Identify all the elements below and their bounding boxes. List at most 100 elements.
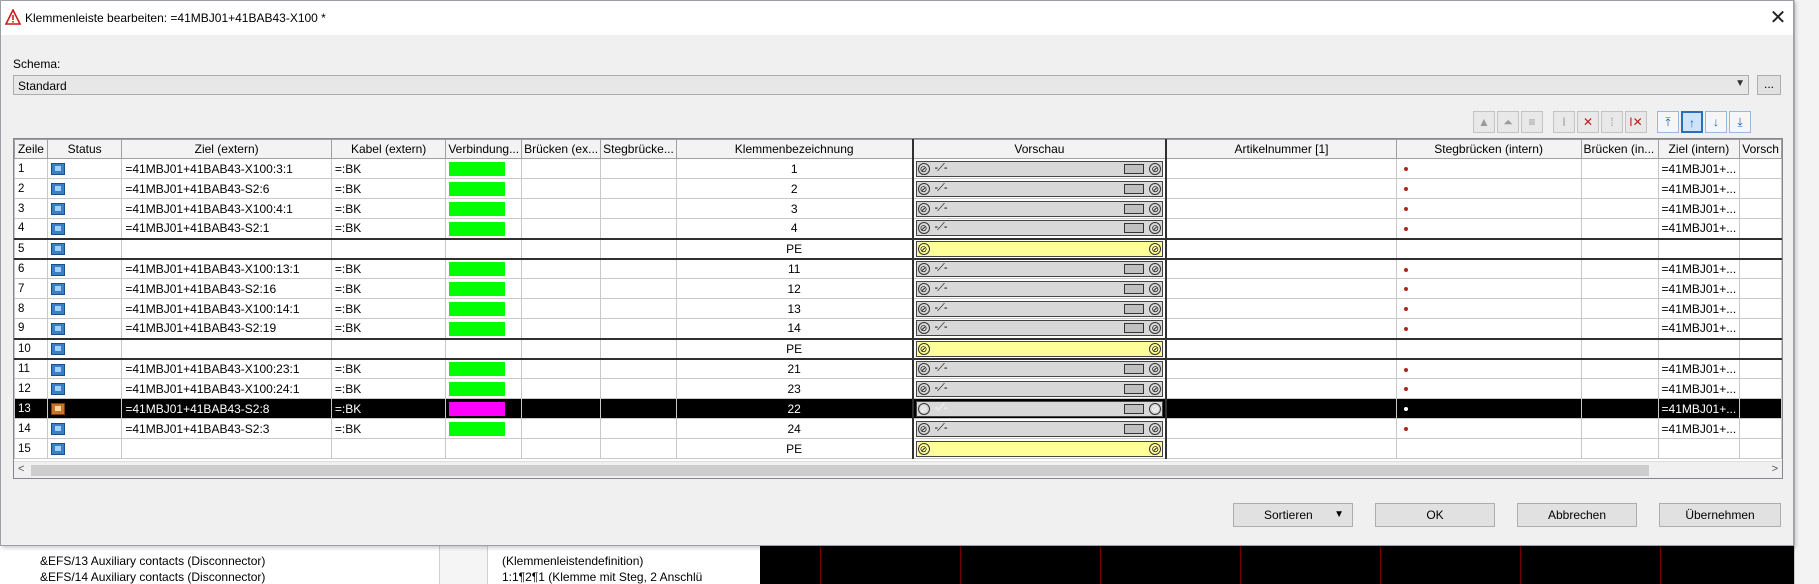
col-header-vorschau-2[interactable]: Vorsch: [1739, 139, 1782, 159]
cell-bruecken-extern[interactable]: [521, 257, 602, 279]
cell-bruecken-intern[interactable]: [1580, 158, 1659, 179]
cell-verbindung[interactable]: [445, 378, 523, 399]
cell-artikelnummer[interactable]: [1165, 237, 1397, 259]
delete-bridge-icon[interactable]: ✕: [1577, 111, 1599, 133]
cell-stegbruecken-extern[interactable]: [600, 237, 677, 259]
cell-artikelnummer[interactable]: [1165, 298, 1397, 319]
table-row[interactable]: 4 =41MBJ01+41BAB43-S2:1 =:BK 4 ⊘ -⟋- ⊘ =41MBJ01…: [14, 218, 1782, 239]
cell-ziel-extern[interactable]: =41MBJ01+41BAB43-S2:1: [121, 218, 332, 239]
cell-status[interactable]: [46, 158, 123, 179]
table-row[interactable]: 3 =41MBJ01+41BAB43-X100:4:1 =:BK 3 ⊘ -⟋- ⊘ =41M…: [14, 198, 1782, 219]
cell-vorschau[interactable]: ⊘ -⟋- ⊘: [911, 218, 1168, 239]
table-row[interactable]: 6 =41MBJ01+41BAB43-X100:13:1 =:BK 11 ⊘ -⟋- ⊘ =4…: [14, 257, 1782, 279]
cell-vorschau-2[interactable]: [1739, 178, 1782, 199]
cell-vorschau[interactable]: ⊘ -⟋- ⊘: [911, 198, 1168, 219]
cell-kabel-extern[interactable]: =:BK: [330, 278, 447, 299]
cell-bruecken-intern[interactable]: [1580, 418, 1659, 439]
table-row[interactable]: 7 =41MBJ01+41BAB43-S2:16 =:BK 12 ⊘ -⟋- ⊘ =41MBJ…: [14, 278, 1782, 299]
cell-kabel-extern[interactable]: =:BK: [330, 378, 447, 399]
cell-verbindung[interactable]: [445, 218, 523, 239]
col-header-stegbruecken-intern[interactable]: Stegbrücken (intern): [1395, 139, 1582, 159]
tree-item[interactable]: 1:1¶2¶1 (Klemme mit Steg, 2 Anschlü: [502, 570, 702, 584]
cell-vorschau[interactable]: ⊘ -⟋- ⊘: [911, 318, 1168, 339]
cell-stegbruecken-extern[interactable]: [600, 178, 677, 199]
cell-kabel-extern[interactable]: =:BK: [330, 198, 447, 219]
cell-status[interactable]: [46, 418, 123, 439]
cell-vorschau-2[interactable]: [1739, 378, 1782, 399]
cell-klemmenbezeichnung[interactable]: 21: [675, 357, 914, 379]
cell-bruecken-intern[interactable]: [1580, 237, 1659, 259]
cell-vorschau-2[interactable]: [1739, 257, 1782, 279]
cell-kabel-extern[interactable]: =:BK: [330, 357, 447, 379]
cell-verbindung[interactable]: [445, 198, 523, 219]
cell-artikelnummer[interactable]: [1165, 257, 1397, 279]
cell-klemmenbezeichnung[interactable]: 14: [675, 318, 914, 339]
tree-item[interactable]: &EFS/13 Auxiliary contacts (Disconnector…: [40, 554, 265, 568]
cell-status[interactable]: [46, 237, 123, 259]
cell-bruecken-intern[interactable]: [1580, 278, 1659, 299]
cell-zeile[interactable]: 2: [14, 178, 48, 199]
cell-verbindung[interactable]: [445, 357, 523, 379]
cell-ziel-intern[interactable]: =41MBJ01+...: [1657, 418, 1741, 439]
cell-ziel-intern[interactable]: =41MBJ01+...: [1657, 298, 1741, 319]
cell-vorschau[interactable]: ⊘ -⟋- ⊘: [911, 298, 1168, 319]
cell-verbindung[interactable]: [445, 418, 523, 439]
table-row[interactable]: 1 =41MBJ01+41BAB43-X100:3:1 =:BK 1 ⊘ -⟋- ⊘ =41M…: [14, 158, 1782, 179]
move-top-icon[interactable]: ▲: [1473, 111, 1495, 133]
cell-bruecken-extern[interactable]: [521, 298, 602, 319]
cell-kabel-extern[interactable]: =:BK: [330, 218, 447, 239]
cell-stegbruecken-intern[interactable]: [1395, 158, 1582, 179]
cell-kabel-extern[interactable]: =:BK: [330, 257, 447, 279]
cell-bruecken-extern[interactable]: [521, 337, 602, 359]
cell-status[interactable]: [46, 218, 123, 239]
cell-vorschau-2[interactable]: [1739, 337, 1782, 359]
cell-status[interactable]: [46, 378, 123, 399]
cell-vorschau[interactable]: ⊘ -⟋- ⊘: [911, 398, 1168, 419]
cell-klemmenbezeichnung[interactable]: 11: [675, 257, 914, 279]
cell-status[interactable]: [46, 298, 123, 319]
cell-zeile[interactable]: 6: [14, 257, 48, 279]
col-header-zeile[interactable]: Zeile: [14, 139, 48, 159]
horizontal-scrollbar[interactable]: < >: [14, 461, 1782, 478]
cell-stegbruecken-intern[interactable]: [1395, 357, 1582, 379]
cell-stegbruecken-intern[interactable]: [1395, 218, 1582, 239]
cell-vorschau-2[interactable]: [1739, 158, 1782, 179]
cell-ziel-extern[interactable]: =41MBJ01+41BAB43-S2:16: [121, 278, 332, 299]
cell-artikelnummer[interactable]: [1165, 418, 1397, 439]
cell-ziel-intern[interactable]: =41MBJ01+...: [1657, 398, 1741, 419]
cancel-button[interactable]: Abbrechen: [1517, 503, 1637, 527]
terminal-table[interactable]: Zeile Status Ziel (extern) Kabel (extern…: [13, 138, 1783, 479]
col-header-bruecken-extern[interactable]: Brücken (ex...: [521, 139, 602, 159]
scroll-bottom-icon[interactable]: ⤓: [1729, 111, 1751, 133]
cell-kabel-extern[interactable]: [330, 237, 447, 259]
cell-status[interactable]: [46, 318, 123, 339]
cell-bruecken-intern[interactable]: [1580, 357, 1659, 379]
cell-artikelnummer[interactable]: [1165, 318, 1397, 339]
cell-kabel-extern[interactable]: =:BK: [330, 298, 447, 319]
cell-bruecken-intern[interactable]: [1580, 438, 1659, 459]
cell-ziel-extern[interactable]: [121, 337, 332, 359]
cell-stegbruecken-extern[interactable]: [600, 158, 677, 179]
cell-kabel-extern[interactable]: =:BK: [330, 178, 447, 199]
cell-vorschau-2[interactable]: [1739, 357, 1782, 379]
cell-ziel-extern[interactable]: =41MBJ01+41BAB43-S2:8: [121, 398, 332, 419]
cell-vorschau-2[interactable]: [1739, 438, 1782, 459]
cell-stegbruecken-extern[interactable]: [600, 357, 677, 379]
cell-status[interactable]: [46, 198, 123, 219]
cell-artikelnummer[interactable]: [1165, 337, 1397, 359]
bridge-vertical-icon[interactable]: ⁞: [1601, 111, 1623, 133]
cell-stegbruecken-intern[interactable]: [1395, 337, 1582, 359]
cell-vorschau[interactable]: ⊘ -⟋- ⊘: [911, 257, 1168, 279]
cell-bruecken-extern[interactable]: [521, 178, 602, 199]
cell-ziel-intern[interactable]: =41MBJ01+...: [1657, 218, 1741, 239]
cell-stegbruecken-extern[interactable]: [600, 438, 677, 459]
cell-ziel-intern[interactable]: [1657, 337, 1741, 359]
scrollbar-thumb[interactable]: [31, 465, 1649, 476]
cell-klemmenbezeichnung[interactable]: 3: [675, 198, 914, 219]
cell-artikelnummer[interactable]: [1165, 357, 1397, 379]
cell-artikelnummer[interactable]: [1165, 158, 1397, 179]
cell-ziel-intern[interactable]: [1657, 438, 1741, 459]
col-header-bruecken-intern[interactable]: Brücken (in...: [1580, 139, 1659, 159]
delete-bridge-2-icon[interactable]: I✕: [1625, 111, 1647, 133]
cell-ziel-extern[interactable]: [121, 438, 332, 459]
